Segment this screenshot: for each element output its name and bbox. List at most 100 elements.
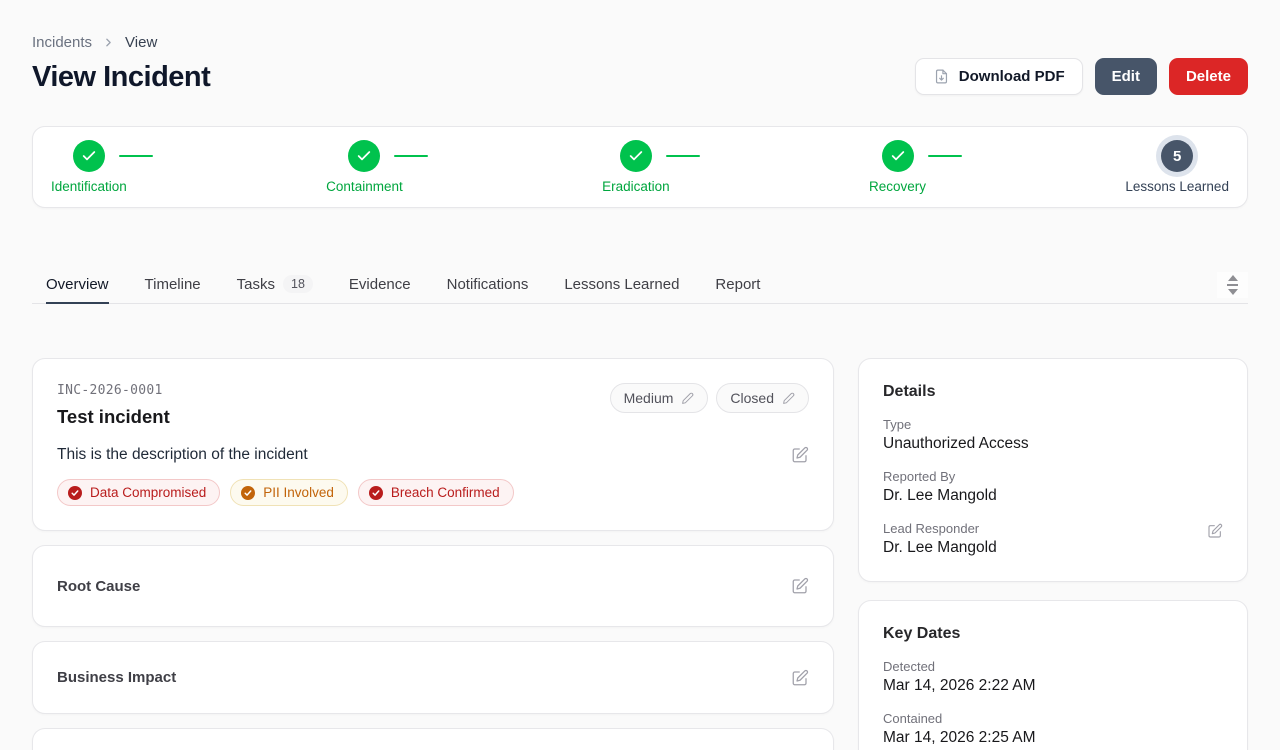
breadcrumb-view: View [125,34,157,51]
incident-summary-card: INC-2026-0001 Test incident Medium Close… [32,358,834,531]
step-count-badge: 5 [1161,140,1193,172]
field-type: Type Unauthorized Access [883,417,1223,453]
tab-tasks[interactable]: Tasks 18 [237,266,313,304]
field-label: Detected [883,659,1036,674]
check-circle-icon [68,486,82,500]
download-pdf-label: Download PDF [959,68,1065,85]
details-card: Details Type Unauthorized Access Reporte… [858,358,1248,582]
incident-badges: Medium Closed [610,383,809,413]
field-detected: Detected Mar 14, 2026 2:22 AM [883,659,1223,695]
field-label: Contained [883,711,1036,726]
step-recovery: Recovery [865,140,930,194]
field-label: Reported By [883,469,997,484]
flag-label: Breach Confirmed [391,485,500,500]
business-impact-title: Business Impact [57,669,176,686]
tab-report[interactable]: Report [715,266,760,304]
scroll-thumb [1227,284,1238,286]
field-value: Dr. Lee Mangold [883,539,997,557]
step-label: Identification [51,179,127,194]
side-column: Details Type Unauthorized Access Reporte… [858,358,1248,750]
incident-description: This is the description of the incident [57,446,308,464]
details-heading: Details [883,383,1223,401]
edit-button[interactable]: Edit [1095,58,1157,95]
incident-title: Test incident [57,406,170,428]
tasks-count-badge: 18 [283,275,313,293]
tab-timeline[interactable]: Timeline [145,266,201,304]
field-contained: Contained Mar 14, 2026 2:25 AM [883,711,1223,747]
step-connector [666,155,700,157]
step-label: Eradication [602,179,670,194]
tab-label: Evidence [349,276,411,293]
breadcrumb: Incidents View [32,34,1248,51]
step-label: Containment [326,179,403,194]
status-value: Closed [730,390,774,406]
step-label: Lessons Learned [1125,179,1229,194]
step-lessons-learned: 5 Lessons Learned [1121,140,1233,194]
tab-notifications[interactable]: Notifications [447,266,529,304]
download-pdf-button[interactable]: Download PDF [915,58,1083,95]
tab-label: Lessons Learned [564,276,679,293]
field-label: Type [883,417,1029,432]
step-eradication: Eradication [598,140,674,194]
view-incident-page: Incidents View View Incident Download PD… [0,0,1280,750]
step-complete-check-icon [620,140,652,172]
flag-breach-confirmed: Breach Confirmed [358,479,514,506]
delete-button[interactable]: Delete [1169,58,1248,95]
pencil-icon [782,392,795,405]
step-identification: Identification [47,140,131,194]
flag-label: Data Compromised [90,485,206,500]
root-cause-card: Root Cause [32,545,834,627]
tab-overview[interactable]: Overview [46,266,109,304]
overview-content: INC-2026-0001 Test incident Medium Close… [32,358,1248,750]
flag-data-compromised: Data Compromised [57,479,220,506]
chevron-right-icon [102,36,115,49]
tab-label: Overview [46,276,109,293]
tab-label: Report [715,276,760,293]
check-circle-icon [241,486,255,500]
step-containment: Containment [322,140,407,194]
tab-bar: Overview Timeline Tasks 18 Evidence Noti… [32,266,1248,304]
field-label: Lead Responder [883,521,997,536]
scroll-up-icon[interactable] [1228,275,1238,281]
edit-lead-responder-icon[interactable] [1207,523,1223,539]
edit-business-impact-icon[interactable] [791,669,809,687]
field-value: Dr. Lee Mangold [883,487,997,505]
step-connector [394,155,428,157]
step-complete-check-icon [73,140,105,172]
key-dates-heading: Key Dates [883,625,1223,643]
field-value: Mar 14, 2026 2:25 AM [883,729,1036,747]
step-complete-check-icon [348,140,380,172]
page-header: Incidents View View Incident Download PD… [32,34,1248,94]
tab-lessons-learned[interactable]: Lessons Learned [564,266,679,304]
incident-flags: Data Compromised PII Involved Breach Con… [57,479,809,506]
breadcrumb-incidents[interactable]: Incidents [32,34,92,51]
step-complete-check-icon [882,140,914,172]
edit-description-icon[interactable] [791,446,809,464]
business-impact-card: Business Impact [32,641,834,714]
tab-scroll-control[interactable] [1217,272,1248,298]
severity-value: Medium [624,390,674,406]
severity-pill[interactable]: Medium [610,383,709,413]
flag-pii-involved: PII Involved [230,479,348,506]
tab-label: Tasks [237,276,275,293]
step-label: Recovery [869,179,926,194]
tab-label: Notifications [447,276,529,293]
field-reported-by: Reported By Dr. Lee Mangold [883,469,1223,505]
phase-stepper: Identification Containment Eradication R… [32,126,1248,208]
edit-root-cause-icon[interactable] [791,577,809,595]
pencil-icon [681,392,694,405]
incident-identity: INC-2026-0001 Test incident [57,383,170,428]
download-file-icon [933,68,950,85]
root-cause-title: Root Cause [57,578,140,595]
step-connector [928,155,962,157]
step-connector [119,155,153,157]
scroll-down-icon[interactable] [1228,289,1238,295]
status-pill[interactable]: Closed [716,383,809,413]
check-circle-icon [369,486,383,500]
incident-id: INC-2026-0001 [57,383,170,398]
field-value: Unauthorized Access [883,435,1029,453]
tab-label: Timeline [145,276,201,293]
next-section-card [32,728,834,750]
key-dates-card: Key Dates Detected Mar 14, 2026 2:22 AM … [858,600,1248,750]
tab-evidence[interactable]: Evidence [349,266,411,304]
